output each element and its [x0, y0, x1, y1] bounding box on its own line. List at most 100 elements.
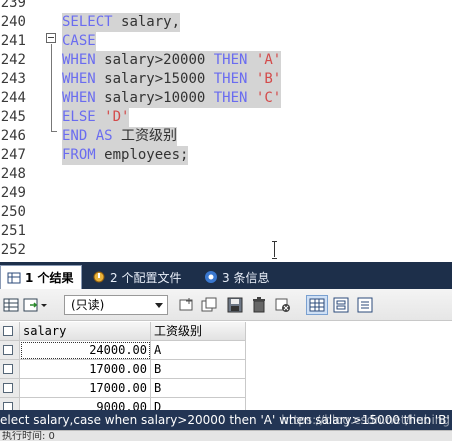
bottom-status-text: 执行时间: 0 [2, 431, 55, 441]
tab-label: 1 个结果 [25, 271, 74, 285]
code-text: WHEN salary>20000 THEN 'A' [62, 51, 282, 70]
line-number: 252 [0, 242, 26, 258]
sql-keyword: END [62, 128, 96, 144]
line-number: 247 [0, 147, 26, 163]
info-icon [204, 270, 218, 284]
sql-keyword: ELSE [62, 109, 105, 125]
sql-editor[interactable]: 239 240 SELECT salary, 241 CASE 242 WHEN salar… [0, 0, 452, 262]
row-selector[interactable] [0, 360, 20, 379]
add-row-icon[interactable] [178, 296, 196, 314]
grade-cell[interactable]: D [151, 398, 246, 410]
line-number: 243 [0, 71, 26, 87]
table-row[interactable]: 9000.00 D [0, 398, 452, 410]
code-line: 252 [0, 241, 452, 260]
line-number: 251 [0, 223, 26, 239]
grade-cell[interactable]: A [151, 341, 246, 360]
grid-mode-button[interactable] [306, 295, 328, 315]
sql-keyword: THEN [213, 52, 256, 68]
grid-icon [7, 271, 21, 285]
readonly-mode-select[interactable]: (只读) [64, 295, 168, 315]
sql-keyword: SELECT [62, 14, 122, 30]
tab-profiles[interactable]: 2 个配置文件 [86, 265, 194, 289]
code-line: 240 SELECT salary, [0, 13, 452, 32]
code-text: ELSE 'D' [62, 108, 130, 127]
sql-string: 'B' [255, 71, 282, 87]
sql-keyword: AS [95, 128, 122, 144]
sql-identifier: employees; [104, 147, 189, 163]
salary-cell[interactable]: 9000.00 [20, 398, 151, 410]
row-selector[interactable] [0, 398, 20, 410]
line-number: 240 [0, 14, 26, 30]
mode-select-value: (只读) [71, 298, 105, 312]
select-all-checkbox[interactable] [0, 322, 20, 341]
code-line: 244 WHEN salary>10000 THEN 'C' [0, 89, 452, 108]
sql-keyword: CASE [62, 33, 96, 49]
line-number: 244 [0, 90, 26, 106]
salary-cell[interactable]: 17000.00 [20, 360, 151, 379]
fold-toggle-icon[interactable] [46, 33, 56, 43]
row-selector[interactable] [0, 341, 20, 360]
fold-guide-end [51, 131, 57, 132]
grade-cell[interactable]: B [151, 379, 246, 398]
duplicate-row-icon[interactable] [200, 296, 218, 314]
line-number: 246 [0, 128, 26, 144]
sql-keyword: FROM [62, 147, 105, 163]
text-mode-icon[interactable] [356, 296, 374, 314]
form-mode-icon[interactable] [332, 296, 350, 314]
code-line: 242 WHEN salary>20000 THEN 'A' [0, 51, 452, 70]
text-cursor-icon [272, 241, 278, 259]
sql-string: 'A' [255, 52, 282, 68]
line-number: 239 [0, 0, 26, 11]
code-line: 248 [0, 165, 452, 184]
tab-messages[interactable]: 3 条信息 [198, 265, 280, 289]
profile-icon [92, 270, 106, 284]
checkbox-icon[interactable] [3, 345, 13, 355]
result-grid[interactable]: salary 工资级别 24000.00 A 17000.00 B 17000.00 B 900… [0, 322, 452, 410]
code-area[interactable]: 239 240 SELECT salary, 241 CASE 242 WHEN salar… [0, 0, 452, 262]
code-text: WHEN salary>15000 THEN 'B' [62, 70, 282, 89]
grade-cell[interactable]: B [151, 360, 246, 379]
checkbox-icon[interactable] [3, 383, 13, 393]
tab-label: 2 个配置文件 [110, 270, 182, 285]
tab-results[interactable]: 1 个结果 [0, 265, 82, 289]
bottom-status-strip: 执行时间: 0 [0, 430, 452, 441]
sql-identifier: salary, [121, 14, 181, 30]
code-line: 251 [0, 222, 452, 241]
fold-guide-line [51, 44, 52, 131]
line-number: 248 [0, 166, 26, 182]
line-number: 249 [0, 185, 26, 201]
code-line: 250 [0, 203, 452, 222]
result-toolbar: (只读) [0, 289, 452, 321]
column-header[interactable]: salary [20, 322, 151, 341]
line-number: 245 [0, 109, 26, 125]
code-line: 246 END AS 工资级别 [0, 127, 452, 146]
row-selector[interactable] [0, 379, 20, 398]
cancel-changes-icon[interactable] [274, 296, 292, 314]
sql-identifier: salary>20000 [104, 52, 214, 68]
checkbox-icon[interactable] [3, 364, 13, 374]
sql-string: 'C' [255, 90, 282, 106]
code-line: 247 FROM employees; [0, 146, 452, 165]
checkbox-icon[interactable] [3, 326, 13, 336]
export-dropdown-icon[interactable] [22, 296, 50, 314]
code-line: 239 [0, 0, 452, 13]
table-row[interactable]: 17000.00 B [0, 379, 452, 398]
table-row[interactable]: 17000.00 B [0, 360, 452, 379]
code-line: 241 CASE [0, 32, 452, 51]
column-header[interactable]: 工资级别 [151, 322, 246, 341]
delete-icon[interactable] [250, 296, 268, 314]
code-text: FROM employees; [62, 146, 189, 165]
sql-keyword: WHEN [62, 52, 105, 68]
code-line: 245 ELSE 'D' [0, 108, 452, 127]
salary-cell[interactable]: 17000.00 [20, 379, 151, 398]
table-row[interactable]: 24000.00 A [0, 341, 452, 360]
checkbox-icon[interactable] [3, 402, 13, 410]
tab-label: 3 条信息 [222, 270, 270, 285]
query-status-bar: elect salary,case when salary>20000 then… [0, 410, 452, 430]
salary-cell[interactable]: 24000.00 [20, 341, 151, 360]
save-icon[interactable] [226, 296, 244, 314]
grid-view-icon[interactable] [2, 296, 20, 314]
sql-string: 'D' [104, 109, 130, 125]
code-line: 249 [0, 184, 452, 203]
sql-identifier: salary>10000 [104, 90, 214, 106]
